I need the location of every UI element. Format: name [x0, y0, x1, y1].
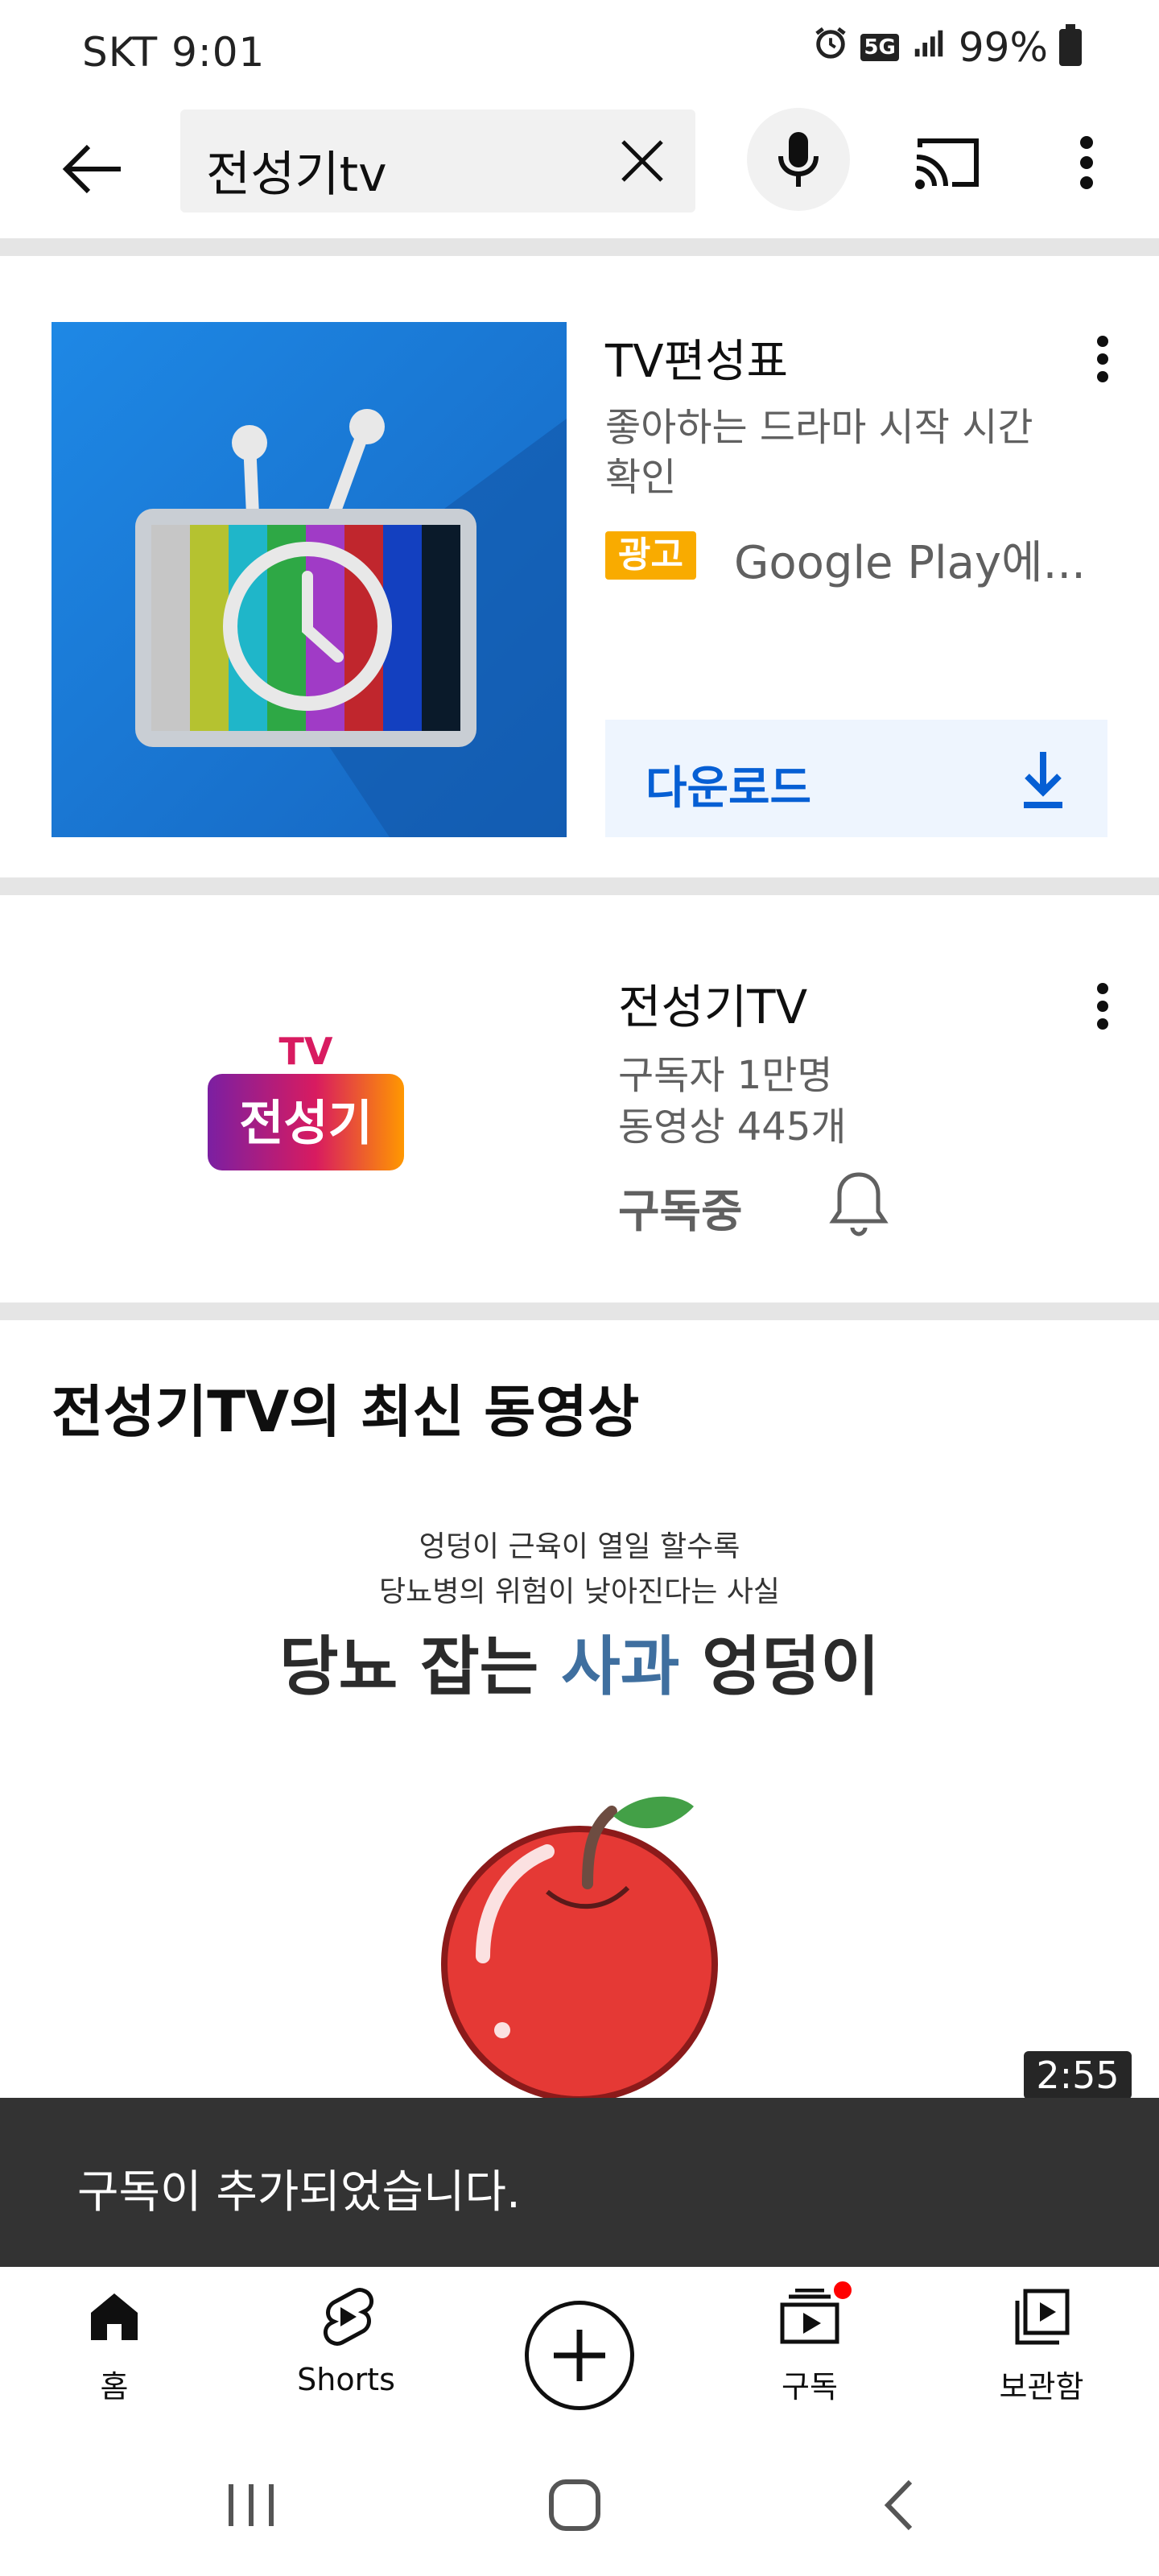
- system-navigation: [0, 2425, 1159, 2576]
- clear-search-button[interactable]: [613, 132, 671, 190]
- library-icon: [1009, 2285, 1074, 2349]
- battery-percent: 99%: [958, 24, 1048, 71]
- create-button[interactable]: [525, 2301, 634, 2410]
- more-options-icon[interactable]: [1054, 122, 1119, 203]
- status-bar: SKT 9:01 5G 99%: [0, 0, 1159, 105]
- ad-title[interactable]: TV편성표: [605, 325, 788, 390]
- thumbnail-headline-part-b: 엉덩이: [679, 1629, 880, 1704]
- divider: [0, 238, 1159, 256]
- signal-icon: [910, 24, 947, 71]
- thumbnail-headline-accent: 사과: [561, 1629, 680, 1704]
- thumbnail-caption-1: 엉덩이 근육이 열일 할수록: [419, 1530, 740, 1563]
- nav-shorts[interactable]: Shorts: [266, 2267, 427, 2425]
- system-back-icon[interactable]: [858, 2465, 938, 2545]
- apple-illustration: [427, 1763, 732, 2101]
- nav-library-label: 보관함: [999, 2369, 1084, 2405]
- channel-logo-text: 전성기: [239, 1096, 373, 1152]
- bottom-navigation: 홈 Shorts 구독 보관함: [0, 2267, 1159, 2425]
- download-icon: [1019, 749, 1067, 810]
- home-button-icon[interactable]: [534, 2465, 615, 2545]
- ad-more-options-icon[interactable]: [1079, 327, 1127, 391]
- divider: [0, 877, 1159, 895]
- notification-dot: [831, 2278, 855, 2302]
- search-input[interactable]: 전성기tv: [180, 109, 695, 213]
- recent-apps-icon[interactable]: [211, 2465, 291, 2545]
- carrier-time: SKT 9:01: [82, 29, 266, 76]
- download-label: 다운로드: [645, 762, 812, 815]
- nav-subscriptions[interactable]: 구독: [729, 2267, 890, 2425]
- nav-shorts-label: Shorts: [297, 2362, 395, 2397]
- nav-home-label: 홈: [100, 2369, 129, 2405]
- alarm-icon: [812, 24, 849, 71]
- voice-search-button[interactable]: [747, 108, 850, 211]
- status-icons: 5G 99%: [812, 24, 1082, 71]
- ad-badge: 광고: [605, 531, 696, 580]
- subscriber-count: 구독자 1만명: [618, 1053, 833, 1098]
- channel-logo-tv: TV: [279, 1030, 333, 1073]
- channel-name[interactable]: 전성기TV: [618, 969, 807, 1037]
- channel-more-options-icon[interactable]: [1079, 974, 1127, 1038]
- subscribed-button[interactable]: 구독중: [618, 1175, 743, 1241]
- nav-home[interactable]: 홈: [34, 2267, 195, 2425]
- search-header: 전성기tv: [0, 105, 1159, 242]
- divider: [0, 1302, 1159, 1320]
- download-button[interactable]: 다운로드: [605, 720, 1107, 837]
- nav-library[interactable]: 보관함: [961, 2267, 1122, 2425]
- snackbar: 구독이 추가되었습니다.: [0, 2098, 1159, 2267]
- ad-app-thumbnail[interactable]: [52, 322, 567, 837]
- search-query: 전성기tv: [206, 147, 387, 203]
- video-thumbnail[interactable]: 엉덩이 근육이 열일 할수록 당뇨병의 위험이 낮아진다는 사실 당뇨 잡는 사…: [0, 1473, 1159, 2101]
- network-5g-icon: 5G: [860, 34, 899, 61]
- battery-icon: [1059, 24, 1082, 66]
- thumbnail-headline: 당뇨 잡는 사과 엉덩이: [0, 1615, 1159, 1708]
- snackbar-message: 구독이 추가되었습니다.: [77, 2166, 521, 2219]
- cast-icon[interactable]: [908, 122, 988, 203]
- bell-icon[interactable]: [815, 1159, 903, 1248]
- ad-source: Google Play에...: [734, 537, 1086, 589]
- channel-logo[interactable]: TV 전성기: [201, 1027, 410, 1188]
- video-count: 동영상 445개: [618, 1104, 847, 1150]
- ad-description: 좋아하는 드라마 시작 시간 확인: [605, 405, 1033, 500]
- latest-videos-title: 전성기TV의 최신 동영상: [52, 1379, 640, 1445]
- back-button[interactable]: [52, 129, 132, 209]
- thumbnail-headline-part-a: 당뇨 잡는: [279, 1629, 562, 1704]
- nav-subscriptions-label: 구독: [782, 2369, 838, 2405]
- video-duration: 2:55: [1024, 2051, 1132, 2099]
- thumbnail-caption-2: 당뇨병의 위험이 낮아진다는 사실: [378, 1575, 780, 1608]
- shorts-icon: [314, 2285, 378, 2349]
- home-icon: [82, 2285, 146, 2349]
